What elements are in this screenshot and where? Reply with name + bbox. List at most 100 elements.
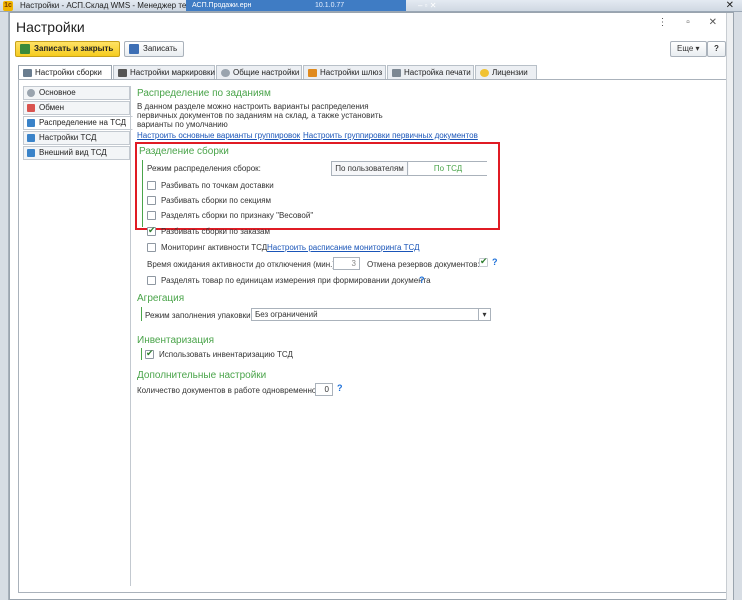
- split-by-delivery-points-checkbox[interactable]: [147, 181, 156, 190]
- window-caption: Настройки - АСП.Склад WMS - Менеджер тес…: [20, 1, 215, 10]
- fill-mode-select[interactable]: Без ограничений: [251, 308, 486, 321]
- tab-label: Лицензии: [492, 68, 528, 77]
- section-title: Агрегация: [137, 293, 185, 304]
- checkbox-label: Разделять сборки по признаку "Весовой": [161, 211, 314, 220]
- help-button[interactable]: ?: [707, 41, 726, 57]
- section-bar: [141, 348, 142, 360]
- section-bar: [141, 307, 142, 321]
- nav-item-tsd-settings[interactable]: Настройки ТСД: [23, 131, 130, 145]
- gear-icon: [27, 89, 35, 97]
- split-by-units-checkbox[interactable]: [147, 276, 156, 285]
- mode-option-users[interactable]: По пользователям: [332, 162, 408, 175]
- tab-print-settings[interactable]: Настройка печати: [387, 65, 474, 80]
- save-and-close-button[interactable]: Записать и закрыть: [15, 41, 121, 57]
- docs-count-input[interactable]: 0: [315, 383, 333, 396]
- monitoring-schedule-link[interactable]: Настроить расписание мониторинга ТСД: [267, 243, 420, 252]
- tab-label: Настройки сборки: [35, 68, 102, 77]
- nav-item-tsd-appearance[interactable]: Внешний вид ТСД: [23, 146, 130, 160]
- barcode-icon: [118, 69, 127, 77]
- monitoring-label: Мониторинг активности ТСД: [161, 243, 268, 252]
- mode-option-tsd[interactable]: По ТСД: [409, 162, 487, 175]
- checkbox-label: Разбивать сборки по заказам: [161, 227, 270, 236]
- cancel-reserves-label: Отмена резервов документов:: [367, 260, 480, 269]
- split-by-orders-checkbox[interactable]: [147, 225, 156, 236]
- fill-mode-label: Режим заполнения упаковки:: [145, 311, 253, 320]
- window-scrollbar[interactable]: [726, 13, 733, 600]
- os-title-bar: 1с Настройки - АСП.Склад WMS - Менеджер …: [0, 0, 742, 12]
- tab-content: Основное Обмен Распределение на ТСД Наст…: [18, 79, 727, 593]
- more-button[interactable]: Еще ▾: [670, 41, 707, 57]
- tab-label: Настройки шлюз: [320, 68, 383, 77]
- docs-count-label: Количество документов в работе одновреме…: [137, 386, 319, 395]
- nav-item-tsd-distribution[interactable]: Распределение на ТСД: [23, 116, 133, 130]
- tab-licenses[interactable]: Лицензии: [475, 65, 537, 80]
- split-by-sections-checkbox[interactable]: [147, 196, 156, 205]
- configure-main-groupings-link[interactable]: Настроить основные варианты группировок: [137, 131, 300, 140]
- mode-toggle[interactable]: По пользователям По ТСД: [331, 161, 487, 176]
- settings-window: Настройки ⋮ ▫ ✕ Записать и закрыть Запис…: [9, 12, 734, 600]
- section-title: Инвентаризация: [137, 335, 215, 346]
- tsd-icon: [27, 119, 35, 127]
- floppy-icon: [129, 44, 139, 54]
- dropdown-arrow-icon[interactable]: ▾: [478, 308, 491, 321]
- page-title: Настройки: [16, 19, 85, 35]
- nav-label: Обмен: [39, 103, 64, 112]
- use-inventory-checkbox[interactable]: [145, 348, 154, 359]
- help-icon[interactable]: ?: [337, 383, 343, 393]
- exchange-icon: [27, 104, 35, 112]
- session-controls[interactable]: – ▫ ✕: [418, 0, 436, 11]
- tab-label: Настройка печати: [404, 68, 471, 77]
- nav-item-exchange[interactable]: Обмен: [23, 101, 130, 115]
- wait-time-input[interactable]: 3: [333, 257, 360, 270]
- nav-label: Распределение на ТСД: [39, 118, 127, 127]
- tsd-icon: [27, 149, 35, 157]
- split-by-weight-checkbox[interactable]: [147, 211, 156, 220]
- help-icon[interactable]: ?: [419, 275, 425, 285]
- split-by-units-label: Разделять товар по единицам измерения пр…: [161, 276, 431, 285]
- section-title: Распределение по заданиям: [137, 88, 271, 99]
- license-icon: [480, 69, 489, 77]
- checkbox-label: Разбивать по точкам доставки: [161, 181, 274, 190]
- use-inventory-label: Использовать инвентаризацию ТСД: [159, 350, 293, 359]
- window-controls[interactable]: ⋮ ▫ ✕: [658, 17, 725, 28]
- nav-label: Основное: [39, 88, 76, 97]
- settings-icon: [23, 69, 32, 77]
- mode-label: Режим распределения сборок:: [147, 164, 261, 173]
- nav-label: Внешний вид ТСД: [39, 148, 107, 157]
- session-ip: 10.1.0.77: [315, 2, 345, 9]
- tab-marking-settings[interactable]: Настройки маркировки: [113, 65, 215, 80]
- save-close-icon: [20, 44, 30, 54]
- printer-icon: [392, 69, 401, 77]
- tab-label: Общие настройки: [233, 68, 300, 77]
- nav-item-main[interactable]: Основное: [23, 86, 130, 100]
- cancel-reserves-checkbox[interactable]: [479, 256, 488, 267]
- help-icon[interactable]: ?: [492, 257, 498, 267]
- tsd-activity-monitoring-checkbox[interactable]: [147, 243, 156, 252]
- checkbox-label: Разбивать сборки по секциям: [161, 196, 272, 205]
- configure-document-groupings-link[interactable]: Настроить группировки первичных документ…: [303, 131, 478, 140]
- nav-divider: [130, 86, 131, 586]
- gateway-icon: [308, 69, 317, 77]
- tab-gateway-settings[interactable]: Настройки шлюз: [303, 65, 386, 80]
- description-line: варианты по умолчанию: [137, 120, 228, 129]
- section-title: Дополнительные настройки: [137, 370, 267, 381]
- gear-icon: [221, 69, 230, 77]
- app-icon: 1с: [3, 1, 13, 11]
- save-button[interactable]: Записать: [124, 41, 185, 57]
- save-label: Записать: [143, 44, 178, 53]
- remote-session-label: АСП.Продажи.ерн: [192, 2, 252, 9]
- section-title: Разделение сборки: [139, 146, 229, 157]
- remote-session-tab[interactable]: АСП.Продажи.ерн: [186, 0, 406, 11]
- desktop-left-edge: [0, 12, 9, 600]
- tsd-icon: [27, 134, 35, 142]
- wait-time-label: Время ожидания активности до отключения …: [147, 260, 338, 269]
- nav-label: Настройки ТСД: [39, 133, 97, 142]
- tab-general-settings[interactable]: Общие настройки: [216, 65, 302, 80]
- save-and-close-label: Записать и закрыть: [34, 44, 114, 53]
- description-line: первичных документов по заданиям на скла…: [137, 111, 383, 120]
- tab-label: Настройки маркировки: [130, 68, 215, 77]
- distribution-panel: Распределение по заданиям В данном разде…: [135, 80, 722, 590]
- section-bar: [142, 160, 143, 227]
- close-icon[interactable]: ✕: [726, 0, 734, 11]
- desktop-right-edge: [734, 12, 742, 600]
